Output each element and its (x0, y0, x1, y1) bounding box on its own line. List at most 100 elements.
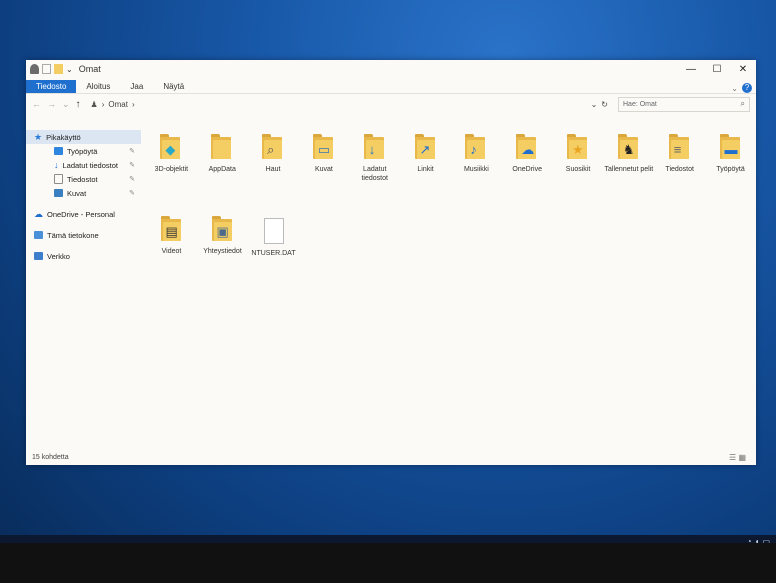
folder-icon: ☁ (516, 134, 538, 160)
item-label: Kuvat (314, 166, 333, 173)
onedrive-icon: ☁ (34, 208, 43, 219)
folder-item[interactable]: ♪ Musiikki (451, 130, 502, 212)
sidebar-item-label: Työpöytä (67, 146, 98, 156)
folder-item[interactable]: ★ Suosikit (553, 130, 604, 212)
folder-icon: ◆ (160, 134, 182, 160)
new-folder-icon[interactable] (54, 64, 63, 74)
close-button[interactable]: ✕ (730, 64, 756, 75)
maximize-button[interactable]: ☐ (704, 64, 730, 75)
quick-access-toolbar: ⌄ (30, 64, 73, 74)
expand-ribbon-icon[interactable]: ⌄ (731, 84, 738, 93)
star-icon: ★ (34, 131, 43, 142)
search-box[interactable]: Hae: Omat ⌕ (618, 96, 750, 112)
folder-icon: ♞ (617, 134, 640, 160)
folder-item[interactable]: ↓ Ladatut tiedostot (349, 130, 400, 212)
ribbon-tabs: Tiedosto Aloitus Jaa Näytä ⌄ ? (26, 78, 756, 94)
chevron-right-icon: › (101, 99, 105, 109)
address-dropdown-icon[interactable]: ⌄ (591, 100, 598, 109)
monitor-bezel (0, 543, 776, 583)
sidebar-item-label: Pikakäyttö (46, 132, 81, 142)
document-icon (54, 174, 63, 184)
folder-item[interactable]: ⌕ Haut (248, 130, 299, 212)
sidebar-item-label: Ladatut tiedostot (62, 160, 118, 170)
sidebar-item-quick-access[interactable]: ★ Pikakäyttö (26, 130, 141, 144)
sidebar-item-desktop[interactable]: Työpöytä ✎ (26, 144, 141, 158)
item-label: Musiikki (463, 166, 489, 173)
folder-item[interactable]: ▬ Työpöytä (705, 130, 756, 212)
folder-item[interactable]: ↗ Linkit (400, 130, 451, 212)
search-icon[interactable]: ⌕ (741, 99, 745, 109)
folder-item[interactable]: ▣ Yhteystiedot (197, 212, 248, 294)
item-label: Tiedostot (665, 166, 694, 173)
help-icon[interactable]: ? (742, 83, 752, 93)
pin-icon[interactable]: ✎ (129, 175, 135, 183)
folder-item[interactable]: ♞ Tallennetut pelit (603, 130, 654, 212)
folder-item[interactable]: AppData (197, 130, 248, 212)
sidebar-item-pictures[interactable]: Kuvat ✎ (26, 186, 141, 200)
item-label: Työpöytä (716, 166, 745, 173)
folder-item[interactable]: ◆ 3D-objektit (146, 130, 197, 212)
item-label: Yhteystiedot (203, 248, 242, 255)
item-label: Linkit (417, 166, 434, 173)
up-arrow-icon[interactable]: ↑ (76, 99, 81, 110)
item-label: Suosikit (565, 166, 591, 173)
folder-icon: ↓ (363, 134, 386, 160)
folder-icon: ▣ (211, 216, 234, 242)
folder-item[interactable]: ▤ Videot (146, 212, 197, 294)
forward-arrow-icon[interactable]: → (47, 99, 56, 109)
tab-home[interactable]: Aloitus (76, 80, 120, 93)
properties-icon[interactable] (42, 64, 51, 74)
folder-icon: ★ (567, 134, 589, 160)
details-view-icon[interactable]: ☰ (729, 453, 736, 462)
item-label: Haut (265, 166, 281, 173)
sidebar-item-label: OneDrive - Personal (47, 209, 115, 219)
chevron-right-icon[interactable]: › (132, 100, 135, 109)
pin-icon[interactable]: ✎ (129, 147, 135, 155)
item-label: NTUSER.DAT (251, 250, 296, 257)
file-list: ◆ 3D-objektit AppData ⌕ Haut ▭ Kuvat ↓ Ladatut t… (146, 130, 756, 445)
folder-item[interactable]: ☁ OneDrive (502, 130, 553, 212)
sidebar-item-this-pc[interactable]: Tämä tietokone (26, 228, 141, 242)
pin-icon[interactable]: ✎ (129, 189, 135, 197)
tab-view[interactable]: Näytä (153, 80, 194, 93)
folder-icon: ⌕ (262, 134, 284, 160)
back-arrow-icon[interactable]: ← (32, 99, 41, 109)
address-bar[interactable]: ♟ › Omat › ⌄ ↻ (87, 98, 612, 111)
network-icon (34, 252, 43, 260)
tab-share[interactable]: Jaa (120, 80, 153, 93)
sidebar-item-label: Tiedostot (67, 174, 98, 184)
file-icon (263, 218, 284, 244)
folder-item[interactable]: ▭ Kuvat (298, 130, 349, 212)
pin-icon[interactable]: ✎ (129, 161, 135, 169)
search-input[interactable]: Hae: Omat (623, 101, 657, 108)
tab-file[interactable]: Tiedosto (26, 80, 77, 93)
sidebar-item-network[interactable]: Verkko (26, 249, 141, 263)
item-label: Ladatut tiedostot (361, 166, 388, 182)
sidebar-item-label: Kuvat (67, 188, 87, 198)
folder-icon: ▭ (312, 134, 335, 160)
folder-icon: ≡ (668, 134, 691, 160)
window-title: Omat (78, 64, 101, 74)
folder-icon: ↗ (414, 134, 437, 160)
recent-locations-icon[interactable]: ⌄ (62, 99, 70, 110)
large-icons-view-icon[interactable]: ▦ (738, 453, 746, 462)
user-icon: ♟ (90, 99, 98, 109)
sidebar-item-onedrive[interactable]: ☁ OneDrive - Personal (26, 207, 141, 221)
sidebar-item-label: Tämä tietokone (47, 230, 99, 240)
file-item[interactable]: NTUSER.DAT (248, 212, 299, 294)
item-label: OneDrive (512, 166, 542, 173)
title-bar[interactable]: ⌄ Omat — ☐ ✕ (26, 60, 756, 78)
computer-icon (34, 231, 43, 239)
minimize-button[interactable]: — (678, 64, 704, 75)
pictures-icon (54, 189, 63, 197)
file-explorer-window: ⌄ Omat — ☐ ✕ Tiedosto Aloitus Jaa Näytä … (26, 60, 756, 465)
sidebar-item-documents[interactable]: Tiedostot ✎ (26, 172, 141, 186)
item-label: AppData (208, 166, 236, 173)
refresh-icon[interactable]: ↻ (601, 100, 608, 109)
item-label: Tallennetut pelit (604, 166, 654, 173)
breadcrumb-omat[interactable]: Omat (108, 100, 128, 109)
folder-item[interactable]: ≡ Tiedostot (654, 130, 705, 212)
desktop-icon (54, 147, 63, 155)
sidebar-item-downloads[interactable]: ↓ Ladatut tiedostot ✎ (26, 158, 141, 172)
customize-toolbar-icon[interactable]: ⌄ (66, 65, 73, 74)
